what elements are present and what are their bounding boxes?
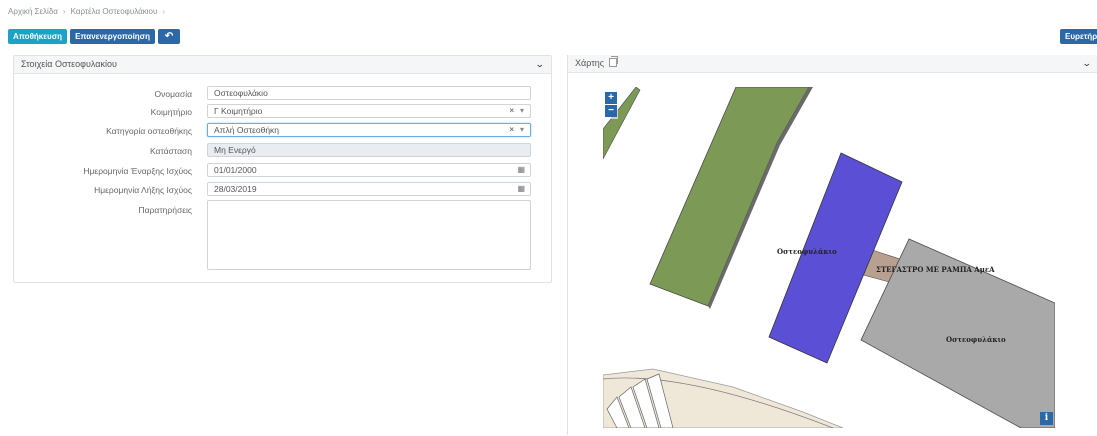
cemetery-value: Γ Κοιμητήριο <box>214 106 263 116</box>
chevron-down-icon[interactable]: ⌄ <box>1082 55 1092 72</box>
status-field: Μη Ενεργό <box>207 143 531 157</box>
toolbar: Αποθήκευση Επανενεργοποίηση ↶ <box>8 29 181 44</box>
save-button[interactable]: Αποθήκευση <box>8 29 68 44</box>
undo-button[interactable]: ↶ <box>158 29 181 44</box>
status-value: Μη Ενεργό <box>214 145 256 155</box>
map-header[interactable]: Χάρτης ⌄ <box>568 55 1097 73</box>
zoom-control: + − <box>604 91 618 119</box>
zoom-out-button[interactable]: − <box>605 105 617 117</box>
start-date-label: Ημερομηνία Έναρξης Ισχύος <box>83 166 192 176</box>
chevron-down-icon[interactable]: ⌄ <box>535 56 545 73</box>
map-label-blue-ossuary: Οστεοφυλάκιο <box>777 247 837 256</box>
map-layer <box>603 87 1055 428</box>
start-date-field[interactable]: 01/01/2000 ▦ <box>207 163 531 177</box>
caret-down-icon[interactable]: ▾ <box>520 106 524 115</box>
name-label: Ονομασία <box>154 89 192 99</box>
map-green-building <box>649 87 810 307</box>
notes-textarea[interactable] <box>207 200 531 270</box>
end-date-value: 28/03/2019 <box>214 184 257 194</box>
index-button[interactable]: Ευρετήρ <box>1060 29 1097 44</box>
caret-down-icon[interactable]: ▾ <box>520 125 524 134</box>
breadcrumb: Αρχική Σελίδα › Καρτέλα Οστεοφυλάκιου › <box>8 7 170 16</box>
panel-title: Στοιχεία Οστεοφυλακίου <box>21 59 117 69</box>
clear-icon[interactable]: × <box>509 125 514 134</box>
ossuary-details-header[interactable]: Στοιχεία Οστεοφυλακίου ⌄ <box>14 56 551 74</box>
category-label: Κατηγορία οστεοθήκης <box>106 126 192 136</box>
ossuary-details-panel: Στοιχεία Οστεοφυλακίου ⌄ Ονομασία Οστεοφ… <box>13 55 552 283</box>
clear-icon[interactable]: × <box>509 106 514 115</box>
name-field[interactable]: Οστεοφυλάκιο <box>207 86 531 100</box>
name-value: Οστεοφυλάκιο <box>214 88 268 98</box>
copy-icon[interactable] <box>609 56 619 67</box>
map-canvas[interactable]: Οστεοφυλάκιο ΣΤΕΓΑΣΤΡΟ ΜΕ ΡΑΜΠΑ ΑμεΑ Οστ… <box>603 87 1055 428</box>
breadcrumb-current[interactable]: Καρτέλα Οστεοφυλάκιου <box>71 7 158 16</box>
cemetery-label: Κοιμητήριο <box>150 107 192 117</box>
cemetery-select[interactable]: Γ Κοιμητήριο × ▾ <box>207 104 531 118</box>
category-value: Απλή Οστεοθήκη <box>214 125 280 135</box>
map-title: Χάρτης <box>575 58 605 68</box>
breadcrumb-home[interactable]: Αρχική Σελίδα <box>8 7 58 16</box>
category-select[interactable]: Απλή Οστεοθήκη × ▾ <box>207 123 531 137</box>
status-label: Κατάσταση <box>149 146 192 156</box>
breadcrumb-separator-icon: › <box>162 7 166 16</box>
undo-icon: ↶ <box>164 31 174 42</box>
map-label-grey-ossuary: Οστεοφυλάκιο <box>946 335 1006 344</box>
zoom-in-button[interactable]: + <box>605 92 617 104</box>
map-panel: Χάρτης ⌄ Οστεοφυλάκιο ΣΤΕΓΑΣΤΡΟ ΜΕ ΡΑΜΠΑ… <box>567 55 1097 435</box>
map-info-button[interactable]: i <box>1040 412 1053 425</box>
calendar-icon[interactable]: ▦ <box>517 164 525 176</box>
end-date-field[interactable]: 28/03/2019 ▦ <box>207 182 531 196</box>
start-date-value: 01/01/2000 <box>214 165 257 175</box>
map-label-shelter: ΣΤΕΓΑΣΤΡΟ ΜΕ ΡΑΜΠΑ ΑμεΑ <box>876 265 995 274</box>
breadcrumb-separator-icon: › <box>62 7 66 16</box>
notes-label: Παρατηρήσεις <box>138 205 192 215</box>
end-date-label: Ημερομηνία Λήξης Ισχύος <box>94 185 192 195</box>
calendar-icon[interactable]: ▦ <box>517 183 525 195</box>
reactivate-button[interactable]: Επανενεργοποίηση <box>70 29 156 44</box>
